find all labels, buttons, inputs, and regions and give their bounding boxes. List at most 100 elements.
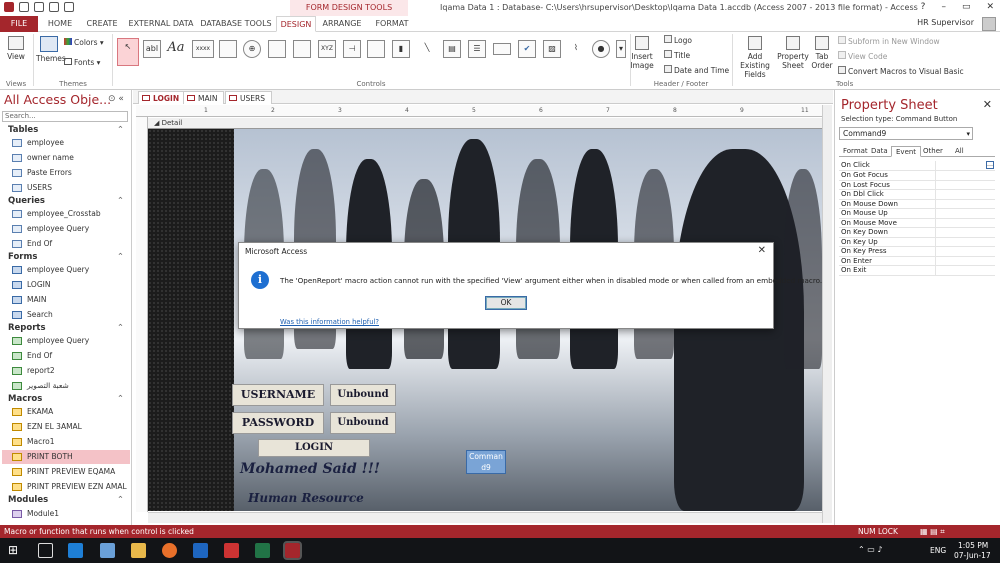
- user-name[interactable]: HR Supervisor: [917, 18, 974, 27]
- view-code-button[interactable]: View Code: [838, 51, 887, 61]
- save-icon[interactable]: [19, 2, 29, 12]
- add-existing-fields-button[interactable]: Add Existing Fields: [734, 36, 776, 79]
- chart-control-icon[interactable]: ▮: [392, 40, 410, 58]
- property-row[interactable]: On Key Down: [839, 228, 995, 238]
- list-item[interactable]: owner name: [2, 151, 130, 165]
- list-item[interactable]: شعبة التصوير: [2, 379, 130, 393]
- tab-database-tools[interactable]: DATABASE TOOLS: [200, 16, 272, 32]
- property-row[interactable]: On Key Press: [839, 247, 995, 257]
- app-icon-red[interactable]: [224, 543, 239, 558]
- tab-other-props[interactable]: Other: [919, 146, 947, 157]
- checkbox-control-icon[interactable]: ✔: [518, 40, 536, 58]
- list-item[interactable]: employee_Crosstab: [2, 207, 130, 221]
- tray-icons[interactable]: ⌃ ▭ ♪: [858, 545, 882, 554]
- access-icon[interactable]: [283, 541, 302, 560]
- tab-order-button[interactable]: Tab Order: [810, 36, 834, 70]
- outlook-icon[interactable]: [193, 543, 208, 558]
- property-value[interactable]: [935, 171, 995, 180]
- tab-control-icon[interactable]: [219, 40, 237, 58]
- title-button[interactable]: Title: [664, 50, 690, 60]
- colors-button[interactable]: Colors ▾: [64, 38, 104, 47]
- option-group-icon[interactable]: XYZ: [318, 40, 336, 58]
- list-item[interactable]: MAIN: [2, 293, 130, 307]
- close-icon[interactable]: ✕: [758, 245, 766, 256]
- view-switcher-icons[interactable]: ▦ ▤ ⌗: [920, 525, 945, 538]
- property-value[interactable]: [935, 218, 995, 228]
- button-control-icon[interactable]: xxxx: [192, 40, 214, 58]
- horizontal-scrollbar[interactable]: [148, 512, 822, 523]
- list-item[interactable]: PRINT PREVIEW EZN AMAL: [2, 480, 130, 494]
- login-button[interactable]: LOGIN: [258, 439, 370, 457]
- tab-event-props[interactable]: Event: [891, 146, 922, 157]
- list-item[interactable]: USERS: [2, 181, 130, 195]
- password-label[interactable]: PASSWORD: [232, 412, 324, 434]
- password-textbox[interactable]: Unbound: [330, 412, 396, 434]
- image-control-icon[interactable]: ▨: [543, 40, 561, 58]
- view-button[interactable]: View: [4, 36, 28, 61]
- username-textbox[interactable]: Unbound: [330, 384, 396, 406]
- list-item[interactable]: Search: [2, 308, 130, 322]
- property-value[interactable]: [935, 228, 995, 237]
- property-row[interactable]: On Exit: [839, 266, 995, 276]
- combo-box-icon[interactable]: [367, 40, 385, 58]
- help-link[interactable]: Was this information helpful?: [280, 318, 379, 326]
- restore-button[interactable]: ▭: [962, 2, 971, 12]
- signature-label[interactable]: Mohamed Said !!!: [240, 461, 380, 477]
- list-item[interactable]: Paste Errors: [2, 166, 130, 180]
- username-label[interactable]: USERNAME: [232, 384, 324, 406]
- detail-section-bar[interactable]: ◢ Detail: [148, 118, 822, 129]
- property-row[interactable]: On Click…: [839, 161, 995, 171]
- help-button[interactable]: ?: [921, 2, 926, 12]
- list-item[interactable]: End Of: [2, 349, 130, 363]
- hyperlink-control-icon[interactable]: ⊕: [243, 40, 261, 58]
- property-row[interactable]: On Key Up: [839, 237, 995, 247]
- list-item[interactable]: report2: [2, 364, 130, 378]
- subform-new-window-button[interactable]: Subform in New Window: [838, 36, 940, 46]
- tab-design[interactable]: DESIGN: [276, 16, 316, 32]
- nav-pane-header[interactable]: All Access Obje...: [4, 92, 111, 107]
- list-item[interactable]: End Of: [2, 237, 130, 251]
- logo-button[interactable]: Logo: [664, 35, 692, 45]
- command9-button[interactable]: Comman d9: [466, 450, 506, 474]
- fonts-button[interactable]: Fonts ▾: [64, 58, 100, 67]
- property-value[interactable]: [935, 256, 995, 266]
- line-control-icon[interactable]: ╲: [418, 40, 436, 58]
- property-row[interactable]: On Got Focus: [839, 171, 995, 181]
- excel-icon[interactable]: [255, 543, 270, 558]
- list-item[interactable]: employee: [2, 136, 130, 150]
- task-view-icon[interactable]: [38, 543, 53, 558]
- selection-dropdown[interactable]: Command9 ▾: [839, 127, 973, 140]
- doc-tab-login[interactable]: LOGIN: [138, 91, 187, 104]
- avatar[interactable]: [982, 17, 996, 31]
- list-item[interactable]: employee Query: [2, 263, 130, 277]
- tab-external-data[interactable]: EXTERNAL DATA: [126, 16, 196, 32]
- list-box-icon[interactable]: ☰: [468, 40, 486, 58]
- tab-home[interactable]: HOME: [42, 16, 78, 32]
- ok-button[interactable]: OK: [485, 296, 527, 310]
- tab-file[interactable]: FILE: [0, 16, 38, 32]
- toggle-button-icon[interactable]: ▤: [443, 40, 461, 58]
- textbox-control-icon[interactable]: abl: [143, 40, 161, 58]
- tab-format[interactable]: FORMAT: [370, 16, 414, 32]
- redo-icon[interactable]: [49, 2, 59, 12]
- doc-tab-users[interactable]: USERS: [225, 91, 272, 104]
- property-value[interactable]: [935, 266, 995, 275]
- builder-icon[interactable]: …: [986, 161, 994, 169]
- rectangle-control-icon[interactable]: [493, 43, 511, 55]
- list-item[interactable]: PRINT PREVIEW EQAMA: [2, 465, 130, 479]
- property-row[interactable]: On Mouse Move: [839, 218, 995, 228]
- property-row[interactable]: On Lost Focus: [839, 180, 995, 190]
- tab-create[interactable]: CREATE: [82, 16, 122, 32]
- select-pointer-icon[interactable]: ↖: [117, 38, 139, 66]
- label-control-icon[interactable]: Aa: [167, 40, 185, 58]
- nav-section-modules[interactable]: Modules ⌃: [2, 494, 130, 507]
- page-break-icon[interactable]: ⊣: [343, 40, 361, 58]
- list-item[interactable]: PRINT BOTH: [2, 450, 130, 464]
- tab-all-props[interactable]: All: [951, 146, 968, 157]
- list-item[interactable]: Macro1: [2, 435, 130, 449]
- list-item[interactable]: EKAMA: [2, 405, 130, 419]
- people-icon[interactable]: [100, 543, 115, 558]
- property-value[interactable]: [935, 190, 995, 199]
- clock-time[interactable]: 1:05 PM: [958, 541, 988, 550]
- property-value[interactable]: …: [935, 161, 995, 170]
